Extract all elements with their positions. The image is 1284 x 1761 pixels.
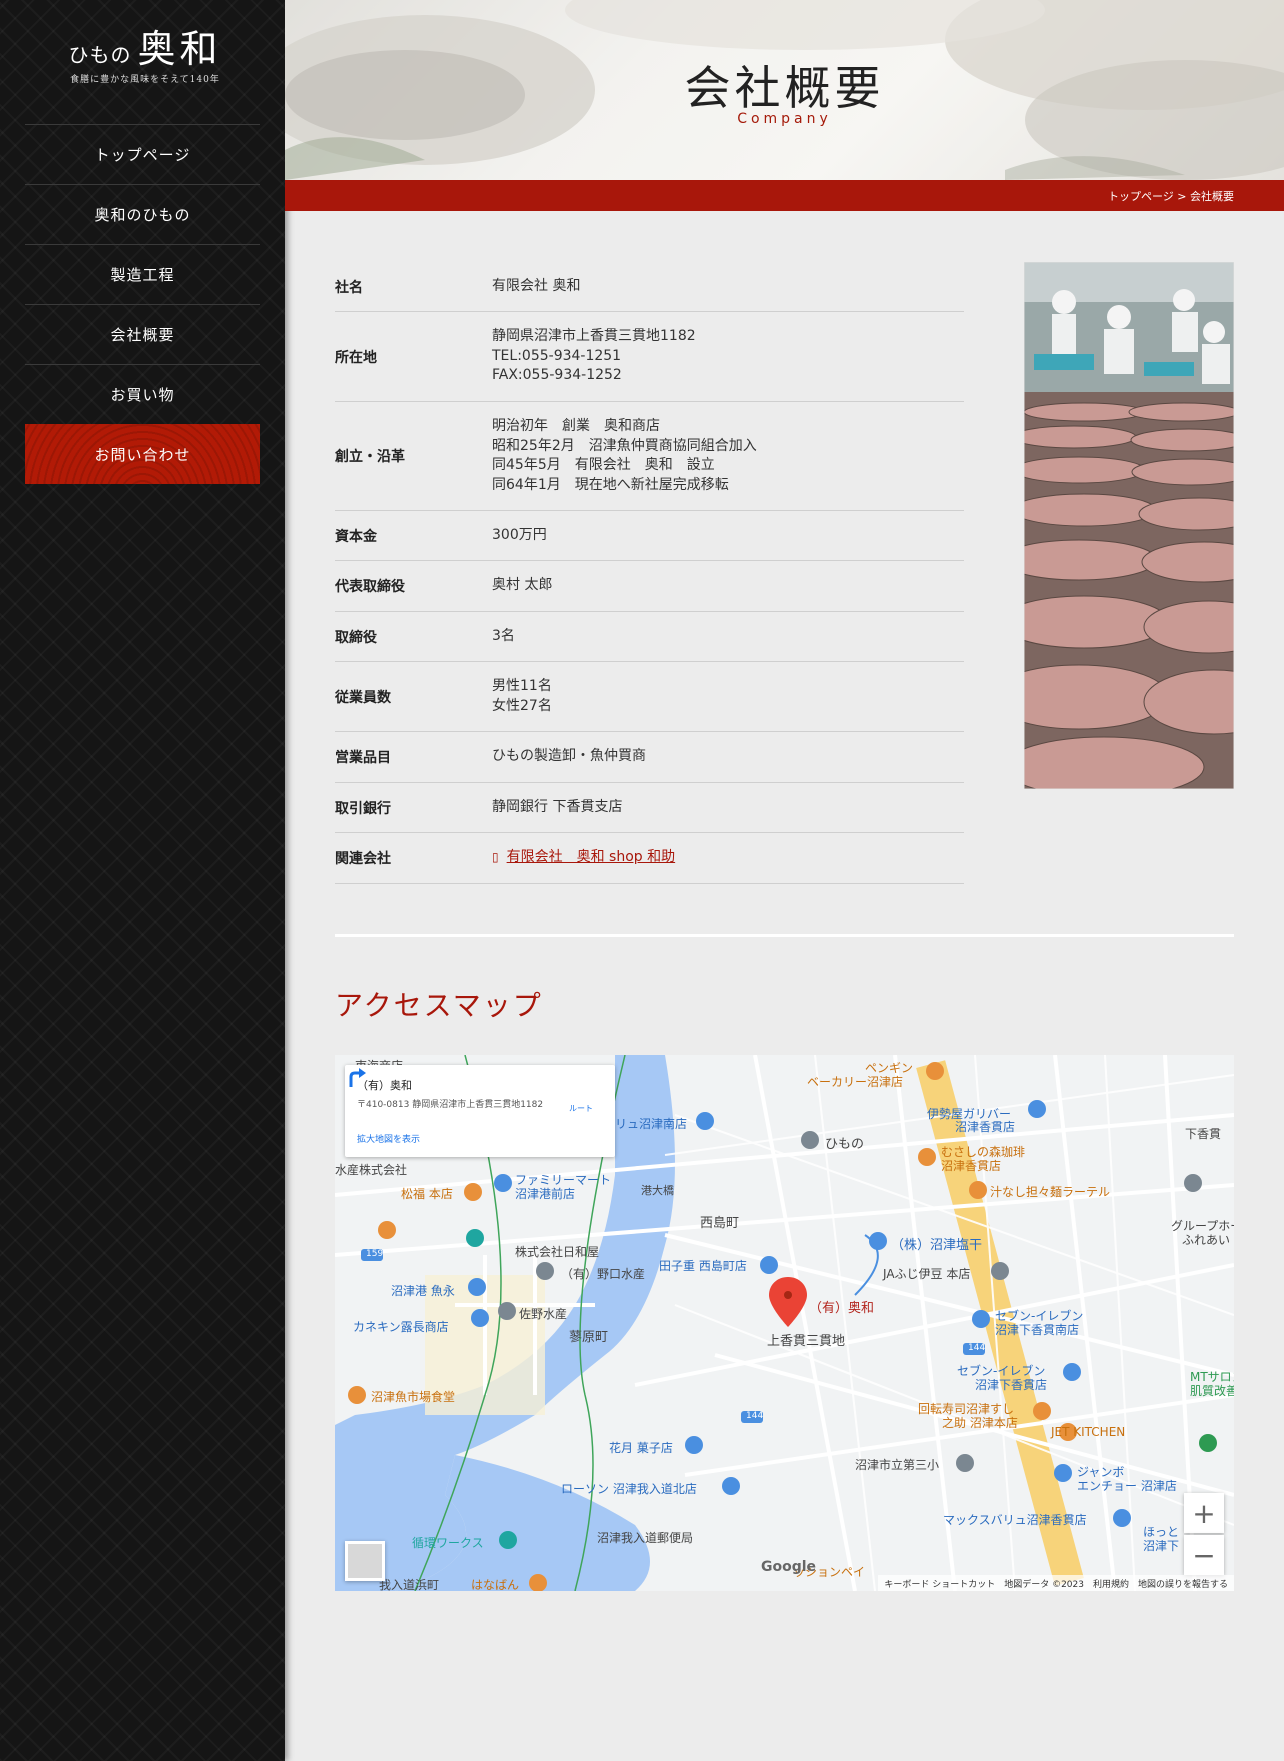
- nav-item-company[interactable]: 会社概要: [25, 304, 260, 364]
- access-map-title: アクセスマップ: [335, 989, 543, 1022]
- directions-icon[interactable]: [345, 1065, 369, 1089]
- breadcrumb-current: 会社概要: [1190, 190, 1234, 203]
- section-divider: [335, 934, 1234, 937]
- info-label: 取締役: [335, 629, 377, 646]
- info-row: 取引銀行 静岡銀行 下香貫支店: [335, 783, 964, 833]
- info-label: 資本金: [335, 528, 377, 545]
- google-logo: Google: [761, 1559, 817, 1575]
- info-value: 有限会社 奥和: [492, 277, 581, 294]
- info-label: 関連会社: [335, 851, 391, 867]
- factory-photo-illustration: [1024, 262, 1234, 789]
- info-row: 従業員数 男性11名 女性27名: [335, 662, 964, 732]
- info-label: 取引銀行: [335, 800, 391, 817]
- breadcrumb-bar: トップページ > 会社概要: [285, 180, 1284, 211]
- info-value: ▯ 有限会社 奥和 shop 和助: [492, 848, 964, 868]
- info-label: 創立・沿革: [335, 449, 405, 465]
- info-label: 営業品目: [335, 750, 391, 766]
- info-row: 取締役 3名: [335, 612, 964, 662]
- directions-label[interactable]: ルート: [569, 1103, 593, 1114]
- site-logo[interactable]: ひもの 奥和 食膳に豊かな風味をそえて140年: [60, 28, 230, 88]
- info-row: 所在地 静岡県沼津市上香貫三貫地1182 TEL:055-934-1251 FA…: [335, 312, 964, 402]
- logo-name: 奥和: [137, 27, 222, 71]
- map-footer[interactable]: キーボード ショートカット 地図データ ©2023 利用規約 地図の誤りを報告す…: [878, 1575, 1234, 1591]
- info-label: 従業員数: [335, 689, 391, 706]
- info-value: 明治初年 創業 奥和商店 昭和25年2月 沼津魚仲買商協同組合加入 同45年5月…: [492, 418, 757, 493]
- nav-item-shop[interactable]: お買い物: [25, 364, 260, 424]
- hero-banner: 会社概要 Company: [285, 0, 1284, 180]
- info-row: 社名 有限会社 奥和: [335, 262, 964, 312]
- logo-tagline: 食膳に豊かな風味をそえて140年: [70, 75, 220, 85]
- nav-item-process[interactable]: 製造工程: [25, 244, 260, 304]
- info-value: ひもの製造卸・魚仲買商: [492, 748, 646, 765]
- info-row: 資本金 300万円: [335, 511, 964, 561]
- map-card-address: 〒410-0813 静岡県沼津市上香貫三貫地1182: [357, 1100, 544, 1110]
- map-pin-label[interactable]: （有）奥和: [809, 1297, 874, 1316]
- info-row: 創立・沿革 明治初年 創業 奥和商店 昭和25年2月 沼津魚仲買商協同組合加入 …: [335, 402, 964, 511]
- info-row: 営業品目 ひもの製造卸・魚仲買商: [335, 732, 964, 783]
- zoom-in-button[interactable]: +: [1184, 1493, 1224, 1533]
- info-row: 代表取締役 奥村 太郎: [335, 561, 964, 612]
- page-subtitle: Company: [737, 111, 832, 127]
- map-info-card: （有）奥和 〒410-0813 静岡県沼津市上香貫三貫地1182 拡大地図を表示…: [345, 1065, 615, 1157]
- breadcrumb-home[interactable]: トップページ: [1108, 190, 1174, 203]
- info-value: 静岡銀行 下香貫支店: [492, 798, 623, 815]
- page-title: 会社概要: [684, 61, 885, 115]
- info-value: 300万円: [492, 526, 547, 543]
- related-company-link[interactable]: 有限会社 奥和 shop 和助: [507, 849, 676, 865]
- zoom-out-button[interactable]: −: [1184, 1535, 1224, 1575]
- google-map[interactable]: 159 144 144 （有）奥和 上香貫三貫地 西島町 蓼原町 港大橋 ひもの…: [335, 1055, 1234, 1591]
- logo-prefix: ひもの: [68, 43, 132, 67]
- sidebar: ひもの 奥和 食膳に豊かな風味をそえて140年 トップページ 奥和のひもの 製造…: [0, 0, 285, 1761]
- info-value: 男性11名 女性27名: [492, 678, 552, 714]
- nav-item-top[interactable]: トップページ: [25, 124, 260, 184]
- main-nav: トップページ 奥和のひもの 製造工程 会社概要 お買い物 お問い合わせ: [25, 124, 260, 484]
- contact-button[interactable]: お問い合わせ: [25, 424, 260, 484]
- nav-item-himono[interactable]: 奥和のひもの: [25, 184, 260, 244]
- info-label: 所在地: [335, 349, 377, 366]
- info-value: 3名: [492, 627, 515, 644]
- breadcrumb: トップページ > 会社概要: [1108, 188, 1234, 204]
- map-larger-link[interactable]: 拡大地図を表示: [357, 1132, 420, 1145]
- info-value: 奥村 太郎: [492, 577, 553, 594]
- external-link-icon: ▯: [492, 850, 499, 865]
- breadcrumb-separator: >: [1177, 190, 1187, 203]
- info-value: 静岡県沼津市上香貫三貫地1182 TEL:055-934-1251 FAX:05…: [492, 328, 696, 384]
- info-label: 社名: [335, 279, 363, 296]
- info-row: 関連会社 ▯ 有限会社 奥和 shop 和助: [335, 833, 964, 884]
- streetview-pegman-icon[interactable]: [345, 1541, 385, 1581]
- info-label: 代表取締役: [335, 579, 405, 595]
- factory-photo: [1024, 262, 1234, 789]
- company-info-table: 社名 有限会社 奥和 所在地 静岡県沼津市上香貫三貫地1182 TEL:055-…: [335, 262, 964, 884]
